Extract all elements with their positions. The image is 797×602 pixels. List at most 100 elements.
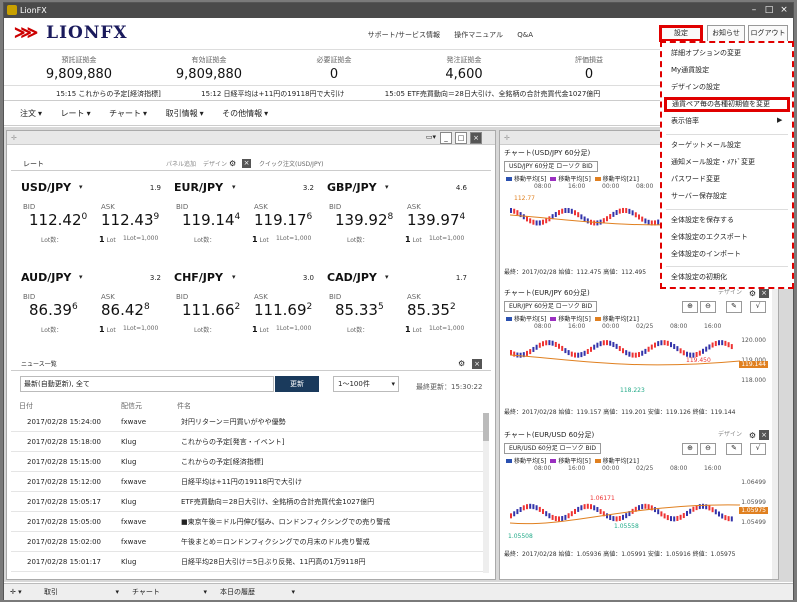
news-subject[interactable]: 午後まとめ＝ロンドンフィクシングでの月末のドル売り警戒 (181, 533, 370, 552)
ask-price[interactable]: 139.974 (407, 211, 465, 229)
lot-value[interactable]: 1 Lot (405, 325, 422, 334)
candlestick-plot[interactable] (510, 473, 740, 541)
chevron-down-icon[interactable]: ▾ (385, 183, 389, 191)
rate-card[interactable]: CHF/JPY ▾ 3.0 BID ASK 111.662 111.692 Lot… (174, 271, 324, 353)
menu-order[interactable]: 注文 (20, 109, 36, 118)
news-filter-field[interactable]: 最新(自動更新), 全て (20, 376, 274, 392)
close-icon[interactable]: × (777, 5, 791, 16)
minimize-icon[interactable]: – (747, 5, 761, 16)
dropdown-item[interactable]: 詳細オプションの変更 (671, 48, 741, 58)
ticker-item[interactable]: 15:15 これからの予定[経済指標] (56, 90, 161, 98)
menu-trade-info[interactable]: 取引情報 (166, 109, 198, 118)
news-subject[interactable]: ETF売買動向＝28日大引け、全銘柄の合計売買代金1027億円 (181, 493, 374, 512)
notice-button[interactable]: お知らせ (707, 25, 745, 42)
gear-icon[interactable]: ⚙ (458, 359, 465, 368)
qa-link[interactable]: Q&A (517, 31, 533, 39)
close-x-icon[interactable]: × (759, 288, 769, 298)
zoom-in-icon[interactable]: ⊕ (682, 443, 698, 455)
table-row[interactable]: 2017/02/28 15:05:17 Klug ETF売買動向＝28日大引け、… (11, 493, 485, 512)
lot-value[interactable]: 1 Lot (99, 235, 116, 244)
chevron-down-icon[interactable]: ▾ (79, 273, 83, 281)
zoom-out-icon[interactable]: ⊖ (700, 301, 716, 313)
dropdown-item[interactable]: 全体設定のエクスポート (671, 232, 748, 242)
pair-name[interactable]: EUR/JPY (174, 181, 223, 194)
pen-icon[interactable]: ✎ (726, 443, 742, 455)
ask-price[interactable]: 86.428 (101, 301, 150, 319)
dropdown-item[interactable]: 通貨ペア毎の各種初期値を変更 (664, 97, 790, 112)
pair-name[interactable]: CAD/JPY (327, 271, 377, 284)
bid-price[interactable]: 85.335 (335, 301, 384, 319)
news-subject[interactable]: これからの予定[発言・イベント] (181, 433, 284, 452)
table-row[interactable]: 2017/02/28 15:01:17 Klug 日経平均28日大引け＝5日ぶり… (11, 553, 485, 572)
panel-maximize-icon[interactable]: □ (455, 132, 467, 144)
window-menu-icon[interactable]: ▭▾ (425, 132, 437, 144)
lot-value[interactable]: 1 Lot (252, 235, 269, 244)
menu-chart[interactable]: チャート (109, 109, 141, 118)
table-row[interactable]: 2017/02/28 15:12:00 fxwave 日経平均は+11円の191… (11, 473, 485, 492)
close-x-icon[interactable]: × (472, 359, 482, 369)
pair-name[interactable]: USD/JPY (21, 181, 71, 194)
dropdown-item[interactable]: デザインの設定 (671, 82, 720, 92)
design-link[interactable]: デザイン (718, 429, 742, 441)
lot-value[interactable]: 1 Lot (252, 325, 269, 334)
menu-other-info[interactable]: その他情報 (222, 109, 262, 118)
table-row[interactable]: 2017/02/28 15:24:00 fxwave 対円リターン＝円買いがやや… (11, 413, 485, 432)
ask-price[interactable]: 119.176 (254, 211, 312, 229)
col-source[interactable]: 配信元 (121, 401, 142, 411)
support-link[interactable]: サポート/サービス情報 (368, 31, 440, 39)
settings-button[interactable]: 設定 (659, 25, 703, 42)
panel-minimize-icon[interactable]: _ (440, 132, 452, 144)
table-row[interactable]: 2017/02/28 15:02:00 fxwave 午後まとめ＝ロンドンフィク… (11, 533, 485, 552)
news-scrollbar[interactable] (483, 413, 489, 573)
close-x-icon[interactable]: × (759, 430, 769, 440)
dropdown-item[interactable]: 表示倍率 ▶ (671, 116, 782, 126)
zoom-in-icon[interactable]: ⊕ (682, 301, 698, 313)
ticker-item[interactable]: 15:05 ETF売買動向＝28日大引け、全銘柄の合計売買代金1027億円 (385, 90, 601, 98)
rate-card[interactable]: EUR/JPY ▾ 3.2 BID ASK 119.144 119.176 Lot… (174, 181, 324, 263)
dropdown-item[interactable]: 全体設定を保存する (671, 215, 734, 225)
pair-name[interactable]: CHF/JPY (174, 271, 223, 284)
chart-symbol-select[interactable]: USD/JPY 60分足 ローソク BID (504, 161, 598, 172)
news-subject[interactable]: 日経平均は+11円の19118円で大引け (181, 473, 302, 492)
rate-card[interactable]: GBP/JPY ▾ 4.6 BID ASK 139.928 139.974 Lot… (327, 181, 477, 263)
ask-price[interactable]: 111.692 (254, 301, 312, 319)
bid-price[interactable]: 111.662 (182, 301, 240, 319)
dropdown-item[interactable]: 通知メール設定・ﾒｱﾄﾞ変更 (671, 157, 755, 167)
rate-card[interactable]: USD/JPY ▾ 1.9 BID ASK 112.420 112.439 Lot… (21, 181, 171, 263)
bid-price[interactable]: 139.928 (335, 211, 393, 229)
chart-symbol-select[interactable]: EUR/USD 60分足 ローソク BID (504, 443, 602, 454)
pen-icon[interactable]: ✎ (726, 301, 742, 313)
news-subject[interactable]: 日経平均28日大引け＝5日ぶり反発、11円高の1万9118円 (181, 553, 366, 572)
col-date[interactable]: 日付 (19, 401, 33, 411)
rate-card[interactable]: CAD/JPY ▾ 1.7 BID ASK 85.335 85.352 Lot数：… (327, 271, 477, 353)
dropdown-item[interactable]: サーバー保存設定 (671, 191, 727, 201)
news-subject[interactable]: ■東京午後＝ドル円伸び悩み、ロンドンフィクシングでの売り警戒 (181, 513, 390, 532)
chevron-down-icon[interactable]: ▾ (385, 273, 389, 281)
news-subject[interactable]: 対円リターン＝円買いがやや優勢 (181, 413, 286, 432)
plus-icon[interactable]: ✛ (504, 134, 510, 142)
news-range-select[interactable]: 1～100件 ▾ (333, 376, 399, 392)
maximize-icon[interactable]: □ (762, 5, 776, 16)
add-icon[interactable]: ✛ ▾ (10, 584, 22, 601)
chart-symbol-select[interactable]: EUR/JPY 60分足 ローソク BID (504, 301, 598, 312)
dropdown-item[interactable]: My通貨設定 (671, 65, 709, 75)
gear-icon[interactable]: ⚙ (749, 288, 756, 300)
panel-add-link[interactable]: パネル追加 (166, 159, 196, 168)
lot-value[interactable]: 1 Lot (405, 235, 422, 244)
bid-price[interactable]: 119.144 (182, 211, 240, 229)
table-row[interactable]: 2017/02/28 15:18:00 Klug これからの予定[発言・イベント… (11, 433, 485, 452)
table-row[interactable]: 2017/02/28 15:15:00 Klug これからの予定[経済指標] (11, 453, 485, 472)
menu-rate[interactable]: レート (61, 109, 85, 118)
pair-name[interactable]: GBP/JPY (327, 181, 377, 194)
table-row[interactable]: 2017/02/28 15:05:00 fxwave ■東京午後＝ドル円伸び悩み… (11, 513, 485, 532)
ask-price[interactable]: 85.352 (407, 301, 456, 319)
panel-close-icon[interactable]: × (470, 132, 482, 144)
chevron-down-icon[interactable]: ▾ (79, 183, 83, 191)
dropdown-item[interactable]: ターゲットメール設定 (671, 140, 741, 150)
bid-price[interactable]: 86.396 (29, 301, 78, 319)
update-button[interactable]: 更新 (275, 376, 319, 392)
dropdown-item[interactable]: 全体設定の初期化 (671, 272, 727, 282)
ticker-item[interactable]: 15:12 日経平均は+11円の19118円で大引け (201, 90, 344, 98)
indicator-icon[interactable]: √ (750, 301, 766, 313)
manual-link[interactable]: 操作マニュアル (454, 31, 503, 39)
